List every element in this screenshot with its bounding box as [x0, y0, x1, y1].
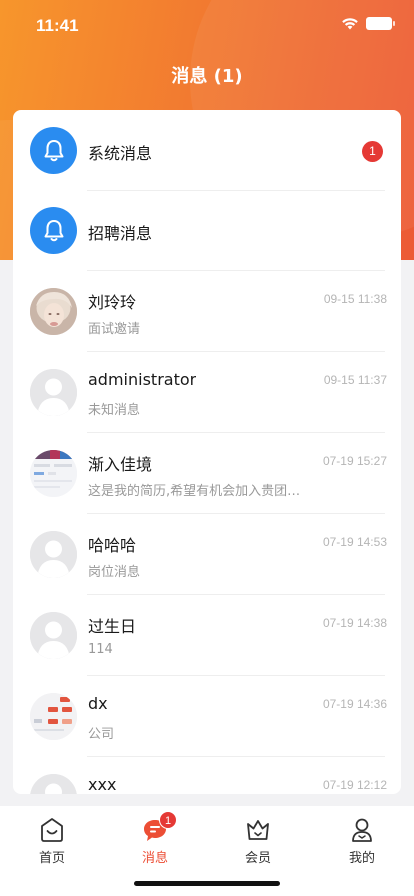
message-icon: 1: [125, 811, 185, 844]
message-time: 09-15 11:38: [323, 292, 387, 306]
screenshot-avatar: [30, 693, 77, 740]
message-time: 07-19 14:36: [322, 697, 387, 711]
message-row[interactable]: administrator 09-15 11:37 未知消息: [13, 352, 401, 433]
tab-messages[interactable]: 1 消息: [125, 811, 185, 866]
screenshot-avatar: [30, 450, 77, 497]
message-name: administrator: [88, 370, 197, 389]
message-row[interactable]: 哈哈哈 07-19 14:53 岗位消息: [13, 514, 401, 595]
message-row[interactable]: 过生日 07-19 14:38 114: [13, 595, 401, 676]
message-row-recruitment[interactable]: 招聘消息: [13, 190, 401, 271]
status-icons: [341, 17, 395, 30]
message-name: 哈哈哈: [88, 536, 137, 555]
tab-home[interactable]: 首页: [22, 816, 82, 866]
message-row[interactable]: dx 07-19 14:36 公司: [13, 676, 401, 757]
bell-icon: [30, 127, 77, 174]
message-preview: 114: [88, 642, 113, 657]
unread-badge: 1: [362, 141, 383, 162]
message-preview: 岗位消息: [88, 565, 141, 580]
default-avatar-icon: [30, 774, 77, 794]
message-preview: 面试邀请: [88, 322, 141, 337]
message-time: 07-19 15:27: [322, 454, 387, 468]
message-name: 系统消息: [88, 144, 153, 163]
message-name: xxx: [88, 775, 117, 794]
wifi-icon: [342, 18, 358, 30]
bell-icon: [30, 207, 77, 254]
message-time: 09-15 11:37: [323, 373, 387, 387]
message-name: dx: [88, 694, 108, 713]
photo-avatar: [30, 288, 77, 335]
message-list: 系统消息 1 招聘消息 刘玲玲 09-15 11:38 面试邀请 adminis…: [13, 110, 401, 794]
message-time: 07-19 14:38: [322, 616, 387, 630]
message-time: 07-19 12:12: [322, 778, 387, 792]
message-name: 刘玲玲: [88, 293, 137, 312]
tab-profile[interactable]: 我的: [332, 816, 392, 866]
default-avatar-icon: [30, 612, 77, 659]
status-time: 11:41: [36, 16, 79, 35]
message-name: 渐入佳境: [88, 455, 153, 474]
tab-label: 我的: [348, 851, 375, 866]
tab-unread-badge: 1: [159, 811, 177, 829]
default-avatar-icon: [30, 531, 77, 578]
message-name: 过生日: [88, 617, 137, 636]
status-bar: 11:41: [0, 0, 414, 50]
message-row[interactable]: 渐入佳境 07-19 15:27 这是我的简历,希望有机会加入贵团…: [13, 433, 401, 514]
tab-label: 会员: [244, 851, 271, 866]
profile-icon: [332, 816, 392, 844]
message-preview: 公司: [88, 727, 115, 742]
default-avatar-icon: [30, 369, 77, 416]
tab-label: 消息: [141, 851, 168, 866]
battery-icon: [366, 17, 395, 30]
crown-icon: [228, 816, 288, 844]
message-row-system[interactable]: 系统消息 1: [13, 110, 401, 191]
message-preview: 未知消息: [88, 403, 141, 418]
home-icon: [22, 816, 82, 844]
page-title: 消息 (1): [171, 66, 243, 87]
message-name: 招聘消息: [88, 224, 153, 243]
tab-membership[interactable]: 会员: [228, 816, 288, 866]
message-preview: 这是我的简历,希望有机会加入贵团…: [88, 484, 301, 499]
tab-label: 首页: [38, 851, 65, 866]
home-indicator: [134, 881, 280, 886]
message-row[interactable]: 刘玲玲 09-15 11:38 面试邀请: [13, 271, 401, 352]
message-row[interactable]: xxx 07-19 12:12: [13, 757, 401, 794]
message-time: 07-19 14:53: [322, 535, 387, 549]
